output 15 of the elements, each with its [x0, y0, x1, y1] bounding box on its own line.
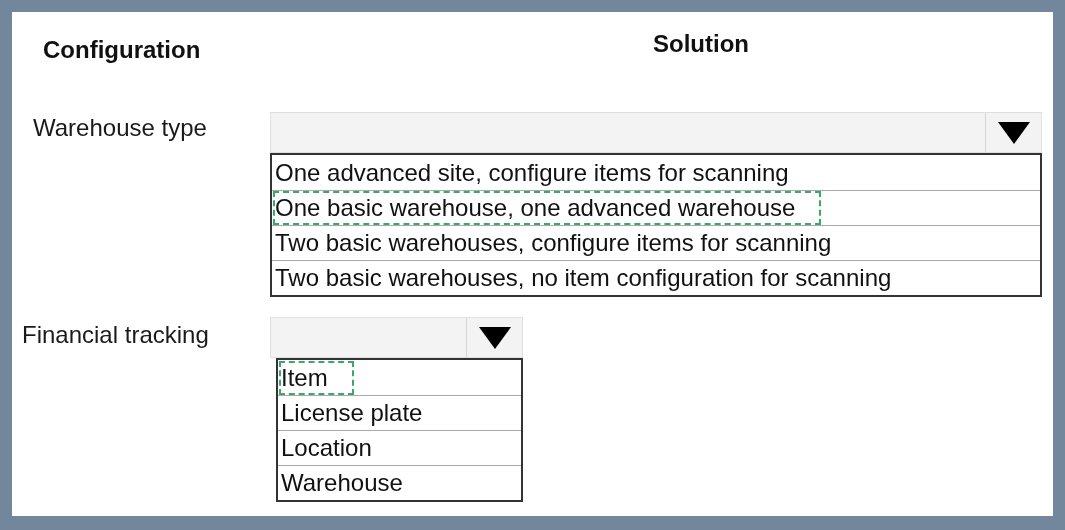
dropdown-option[interactable]: Warehouse: [278, 465, 521, 500]
dropdown-option[interactable]: Item: [278, 360, 521, 395]
dropdown-option[interactable]: Two basic warehouses, no item configuration for scanning: [272, 260, 1040, 295]
column-heading: Configuration: [43, 35, 202, 65]
dropdown-option[interactable]: One basic warehouse, one advanced warehouse: [272, 190, 1040, 225]
dropdown-option[interactable]: License plate: [278, 395, 521, 430]
column-heading: Solution: [653, 29, 749, 59]
dropdown-option[interactable]: Location: [278, 430, 521, 465]
caret-icon: [478, 326, 511, 349]
dropdown-option[interactable]: One advanced site, configure items for scanning: [272, 155, 1040, 190]
setting-label: Warehouse type: [33, 113, 208, 143]
dropdown[interactable]: [270, 317, 523, 358]
caret-icon: [997, 121, 1030, 144]
setting-label: Financial tracking: [22, 320, 210, 350]
dropdown-option[interactable]: Two basic warehouses, configure items for scanning: [272, 225, 1040, 260]
